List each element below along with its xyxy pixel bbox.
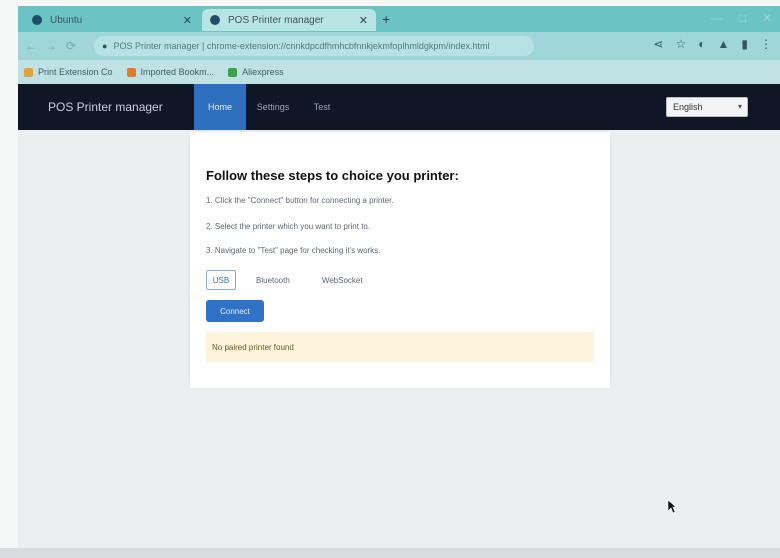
tab-websocket[interactable]: WebSocket — [310, 270, 375, 290]
language-select[interactable]: English ▾ — [666, 97, 748, 117]
sidebar-icon[interactable]: ▮ — [741, 37, 748, 51]
no-printer-alert: No paired printer found — [206, 332, 594, 362]
ubuntu-favicon-icon — [32, 15, 42, 25]
app-brand[interactable]: POS Printer manager — [48, 100, 163, 114]
language-value: English — [673, 102, 703, 112]
browser-tab-ubuntu[interactable]: Ubuntu ✕ — [24, 9, 200, 31]
mouse-cursor-icon — [668, 500, 676, 514]
bookmark-item[interactable]: Imported Bookm... — [126, 67, 215, 77]
bookmark-label: Aliexpress — [242, 67, 284, 77]
app-navbar: POS Printer manager Home Settings Test E… — [18, 84, 780, 130]
tab-label: USB — [212, 275, 230, 285]
printer-favicon-icon — [210, 15, 220, 25]
nav-label: Test — [313, 102, 331, 112]
nav-label: Home — [207, 102, 232, 112]
step-1: 1. Click the "Connect" button for connec… — [206, 196, 394, 205]
extensions-puzzle-icon[interactable]: ▲ — [718, 37, 730, 51]
connection-type-tabs: USB Bluetooth WebSocket — [206, 270, 375, 290]
browser-toolbar: ← → ⟳ ● POS Printer manager | chrome-ext… — [18, 32, 780, 60]
share-icon[interactable]: ⋖ — [653, 37, 663, 51]
bookmark-star-icon[interactable]: ☆ — [675, 37, 686, 51]
back-arrow-icon[interactable]: ← — [24, 39, 38, 53]
alert-text: No paired printer found — [212, 342, 294, 352]
menu-kebab-icon[interactable]: ⋮ — [760, 37, 772, 51]
reload-icon[interactable]: ⟳ — [64, 39, 78, 53]
browser-tab-strip: Ubuntu ✕ POS Printer manager ✕ + — □ ✕ — [18, 6, 780, 32]
nav-test[interactable]: Test — [302, 84, 342, 130]
bookmark-label: Print Extension Co — [38, 67, 113, 77]
taskbar-edge — [0, 548, 780, 558]
forward-arrow-icon[interactable]: → — [44, 39, 58, 53]
screen: Ubuntu ✕ POS Printer manager ✕ + — □ ✕ ←… — [0, 0, 780, 558]
step-2: 2. Select the printer which you want to … — [206, 222, 371, 231]
close-tab-icon[interactable]: ✕ — [359, 14, 368, 27]
window-controls: — □ ✕ — [711, 11, 772, 25]
new-tab-button[interactable]: + — [382, 11, 390, 27]
extension-icon[interactable]: ◐ — [698, 37, 705, 51]
address-bar[interactable]: ● POS Printer manager | chrome-extension… — [94, 36, 534, 56]
connect-button[interactable]: Connect — [206, 300, 264, 322]
bookmark-favicon-icon — [24, 67, 33, 77]
tab-bluetooth[interactable]: Bluetooth — [244, 270, 302, 290]
url-text: POS Printer manager | chrome-extension:/… — [113, 41, 490, 51]
tab-usb[interactable]: USB — [206, 270, 236, 290]
bookmark-favicon-icon — [228, 67, 238, 77]
chevron-down-icon: ▾ — [737, 102, 742, 111]
tab-title: Ubuntu — [50, 14, 83, 26]
tab-title: POS Printer manager — [228, 14, 324, 26]
nav-label: Settings — [256, 102, 290, 112]
bookmark-favicon-icon — [126, 67, 136, 77]
bookmark-item[interactable]: Print Extension Co — [24, 67, 113, 77]
close-window-button[interactable]: ✕ — [762, 11, 772, 25]
step-3: 3. Navigate to "Test" page for checking … — [206, 246, 381, 255]
nav-home[interactable]: Home — [194, 84, 246, 130]
bookmark-item[interactable]: Aliexpress — [228, 67, 284, 77]
page-title: Follow these steps to choice you printer… — [206, 168, 459, 183]
tab-label: Bluetooth — [256, 275, 290, 285]
toolbar-actions: ⋖ ☆ ◐ ▲ ▮ ⋮ — [653, 37, 772, 51]
tab-label: WebSocket — [321, 275, 363, 285]
bookmark-label: Imported Bookm... — [140, 67, 215, 77]
browser-tab-pos-printer[interactable]: POS Printer manager ✕ — [202, 9, 376, 31]
printer-setup-card: Follow these steps to choice you printer… — [190, 132, 610, 388]
minimize-button[interactable]: — — [711, 11, 723, 25]
close-tab-icon[interactable]: ✕ — [183, 14, 192, 27]
nav-settings[interactable]: Settings — [248, 84, 298, 130]
bookmarks-bar: Print Extension Co Imported Bookm... Ali… — [18, 60, 780, 84]
site-info-icon[interactable]: ● — [102, 41, 107, 51]
maximize-button[interactable]: □ — [739, 11, 746, 25]
